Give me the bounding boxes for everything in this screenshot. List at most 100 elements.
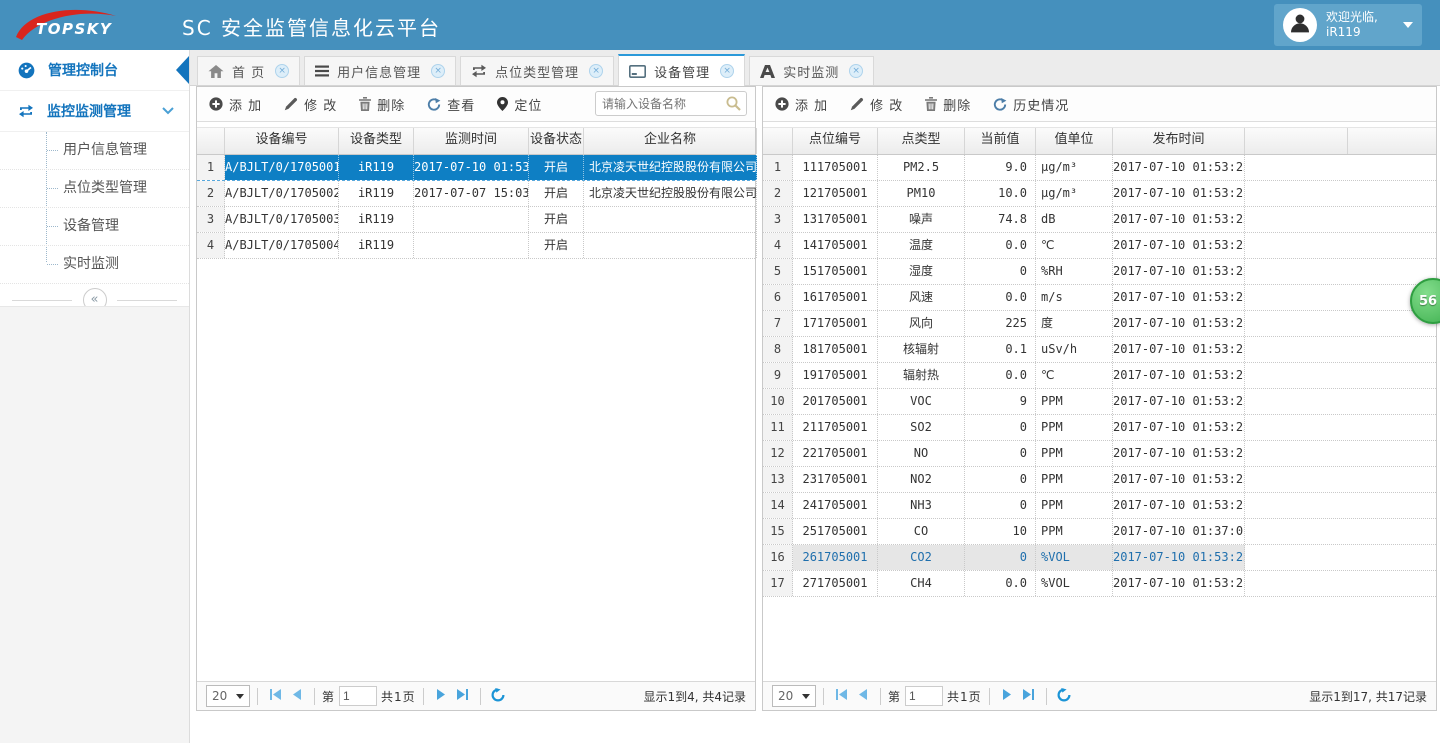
pager-next-button[interactable] (997, 685, 1018, 707)
tab-user-info[interactable]: 用户信息管理× (304, 56, 456, 85)
column-header[interactable]: 监测时间 (414, 128, 529, 154)
pager-prev-button[interactable] (286, 685, 307, 707)
point-type: 核辐射 (878, 337, 965, 362)
current-value: 0 (965, 441, 1036, 466)
point-id: 271705001 (793, 571, 878, 596)
pager-next-button[interactable] (431, 685, 452, 707)
value-unit: μg/m³ (1036, 155, 1113, 180)
table-row[interactable]: 6161705001风速0.0m/s2017-07-10 01:53:21 (763, 285, 1436, 311)
page-size-select[interactable]: 20 (772, 685, 816, 707)
column-header[interactable]: 点类型 (878, 128, 965, 154)
page-number-input[interactable] (905, 686, 943, 706)
pager-first-button[interactable] (265, 685, 286, 707)
close-icon[interactable]: × (720, 64, 734, 78)
pager-last-button[interactable] (452, 685, 473, 707)
pager-last-button[interactable] (1018, 685, 1039, 707)
page-prefix: 第 (888, 688, 901, 705)
pager-first-button[interactable] (831, 685, 852, 707)
column-header[interactable]: 点位编号 (793, 128, 878, 154)
table-row[interactable]: 16261705001CO20%VOL2017-07-10 01:53:22 (763, 545, 1436, 571)
table-row[interactable]: 4A/BJLT/0/1705004iR119开启 (197, 233, 755, 259)
repeat-icon (18, 104, 34, 118)
tab-realtime[interactable]: 实时监测× (749, 56, 874, 85)
table-row[interactable]: 1A/BJLT/0/1705001iR1192017-07-10 01:53:2… (197, 155, 755, 181)
tab-home[interactable]: 首 页× (197, 56, 300, 85)
value-unit: dB (1036, 207, 1113, 232)
history-button[interactable]: 历史情况 (993, 95, 1069, 114)
device-type: iR119 (339, 233, 414, 258)
close-icon[interactable]: × (849, 64, 863, 78)
edit-button-label: 修 改 (870, 95, 903, 114)
add-button[interactable]: 添 加 (209, 95, 262, 114)
realtime-icon (760, 65, 775, 78)
edit-button[interactable]: 修 改 (850, 95, 903, 114)
view-button[interactable]: 查看 (427, 95, 475, 114)
close-icon[interactable]: × (275, 64, 289, 78)
caret-down-icon[interactable] (1403, 22, 1413, 28)
table-row[interactable]: 13231705001NO20PPM2017-07-10 01:53:22 (763, 467, 1436, 493)
column-header[interactable]: 值单位 (1036, 128, 1113, 154)
welcome-line: 欢迎光临, (1326, 10, 1378, 24)
point-id: 121705001 (793, 181, 878, 206)
current-value: 0 (965, 467, 1036, 492)
pager-summary: 显示1到4, 共4记录 (643, 688, 746, 705)
locate-button[interactable]: 定位 (497, 95, 542, 114)
pager-refresh-button[interactable] (1054, 685, 1075, 707)
column-header[interactable]: 当前值 (965, 128, 1036, 154)
search-icon[interactable] (726, 96, 741, 111)
device-pager: 20 第 共1页 显示1到4, 共4记录 (197, 681, 755, 710)
add-button[interactable]: 添 加 (775, 95, 828, 114)
topsky-logo: TOPSKY (12, 3, 122, 47)
sidebar-item-console[interactable]: 管理控制台 (0, 50, 189, 91)
table-row[interactable]: 4141705001温度0.0℃2017-07-10 01:53:22 (763, 233, 1436, 259)
table-row[interactable]: 10201705001VOC9PPM2017-07-10 01:53:22 (763, 389, 1436, 415)
publish-time: 2017-07-10 01:53:21 (1113, 181, 1245, 206)
value-unit: μg/m³ (1036, 181, 1113, 206)
page-size-select[interactable]: 20 (206, 685, 250, 707)
tab-point-type[interactable]: 点位类型管理× (460, 56, 614, 85)
sidebar-item-device-mgmt[interactable]: 设备管理 (0, 208, 189, 246)
user-menu[interactable]: 欢迎光临, iR119 (1274, 4, 1422, 46)
current-value: 10.0 (965, 181, 1036, 206)
sidebar-item-realtime[interactable]: 实时监测 (0, 246, 189, 284)
pager-refresh-button[interactable] (488, 685, 509, 707)
table-row[interactable]: 15251705001CO10PPM2017-07-10 01:37:01 (763, 519, 1436, 545)
search-input[interactable] (596, 97, 726, 111)
pager-prev-button[interactable] (852, 685, 873, 707)
delete-button[interactable]: 删除 (359, 95, 405, 114)
table-row[interactable]: 8181705001核辐射0.1uSv/h2017-07-10 01:53:21 (763, 337, 1436, 363)
table-row[interactable]: 14241705001NH30PPM2017-07-10 01:53:21 (763, 493, 1436, 519)
table-row[interactable]: 3131705001噪声74.8dB2017-07-10 01:53:22 (763, 207, 1436, 233)
table-row[interactable]: 9191705001辐射热0.0℃2017-07-10 01:53:21 (763, 363, 1436, 389)
welcome-text: 欢迎光临, iR119 (1326, 10, 1403, 40)
table-row[interactable]: 12221705001NO0PPM2017-07-10 01:53:21 (763, 441, 1436, 467)
publish-time: 2017-07-10 01:53:22 (1113, 545, 1245, 570)
edit-button[interactable]: 修 改 (284, 95, 337, 114)
sidebar-item-point-type[interactable]: 点位类型管理 (0, 170, 189, 208)
table-row[interactable]: 3A/BJLT/0/1705003iR119开启 (197, 207, 755, 233)
column-header[interactable]: 设备编号 (225, 128, 339, 154)
table-row[interactable]: 2121705001PM1010.0μg/m³2017-07-10 01:53:… (763, 181, 1436, 207)
row-number: 2 (763, 181, 793, 206)
table-row[interactable]: 5151705001湿度0%RH2017-07-10 01:53:22 (763, 259, 1436, 285)
tab-device-mgmt[interactable]: 设备管理× (618, 54, 745, 86)
column-header[interactable]: 发布时间 (1113, 128, 1245, 154)
close-icon[interactable]: × (431, 64, 445, 78)
tabbar: 首 页×用户信息管理×点位类型管理×设备管理×实时监测× (190, 50, 1440, 86)
sidebar-item-user-info[interactable]: 用户信息管理 (0, 132, 189, 170)
sidebar-item-monitor-mgmt[interactable]: 监控监测管理 (0, 91, 189, 132)
row-number: 10 (763, 389, 793, 414)
table-row[interactable]: 7171705001风向225度2017-07-10 01:53:21 (763, 311, 1436, 337)
page-number-input[interactable] (339, 686, 377, 706)
row-number: 2 (197, 181, 225, 206)
close-icon[interactable]: × (589, 64, 603, 78)
delete-button[interactable]: 删除 (925, 95, 971, 114)
column-header[interactable]: 设备类型 (339, 128, 414, 154)
table-row[interactable]: 1111705001PM2.59.0μg/m³2017-07-10 01:53:… (763, 155, 1436, 181)
table-row[interactable]: 11211705001SO20PPM2017-07-10 01:53:22 (763, 415, 1436, 441)
column-header[interactable]: 设备状态 (529, 128, 584, 154)
table-row[interactable]: 2A/BJLT/0/1705002iR1192017-07-07 15:03:0… (197, 181, 755, 207)
point-id: 171705001 (793, 311, 878, 336)
table-row[interactable]: 17271705001CH40.0%VOL2017-07-10 01:53:21 (763, 571, 1436, 597)
column-header[interactable]: 企业名称 (584, 128, 757, 154)
